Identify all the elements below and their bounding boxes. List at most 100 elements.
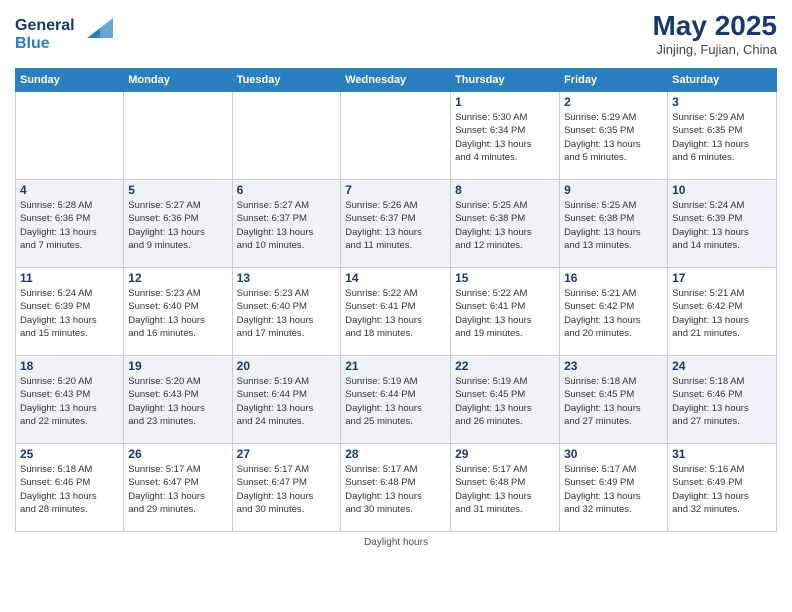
svg-text:General: General (15, 17, 75, 34)
day-number: 5 (128, 183, 227, 197)
week-row-1: 4 Sunrise: 5:28 AM Sunset: 6:36 PM Daylig… (16, 180, 777, 268)
page-container: General Blue May 2025 Jinjing, Fujian, C… (0, 0, 792, 612)
day-info: Sunrise: 5:21 AM Sunset: 6:42 PM Dayligh… (672, 287, 772, 340)
day-info: Sunrise: 5:22 AM Sunset: 6:41 PM Dayligh… (345, 287, 446, 340)
day-cell-9: 9 Sunrise: 5:25 AM Sunset: 6:38 PM Daylig… (560, 180, 668, 268)
day-cell-28: 28Sunrise: 5:17 AM Sunset: 6:48 PM Dayli… (341, 444, 451, 532)
week-row-2: 11 Sunrise: 5:24 AM Sunset: 6:39 PM Dayli… (16, 268, 777, 356)
day-info: Sunrise: 5:18 AM Sunset: 6:45 PM Dayligh… (564, 375, 663, 428)
day-info: Sunrise: 5:22 AM Sunset: 6:41 PM Dayligh… (455, 287, 555, 340)
day-info: Sunrise: 5:19 AM Sunset: 6:44 PM Dayligh… (345, 375, 446, 428)
footer-text: Daylight hours (364, 537, 428, 548)
day-cell-7: 7 Sunrise: 5:26 AM Sunset: 6:37 PM Daylig… (341, 180, 451, 268)
header-row: SundayMondayTuesdayWednesdayThursdayFrid… (16, 69, 777, 92)
col-header-saturday: Saturday (668, 69, 777, 92)
day-info: Sunrise: 5:17 AM Sunset: 6:47 PM Dayligh… (128, 463, 227, 516)
day-info: Sunrise: 5:23 AM Sunset: 6:40 PM Dayligh… (237, 287, 337, 340)
day-number: 1 (455, 95, 555, 109)
day-cell-5: 5Sunrise: 5:27 AM Sunset: 6:36 PM Daylig… (124, 180, 232, 268)
day-info: Sunrise: 5:17 AM Sunset: 6:48 PM Dayligh… (455, 463, 555, 516)
day-number: 17 (672, 271, 772, 285)
day-info: Sunrise: 5:29 AM Sunset: 6:35 PM Dayligh… (564, 111, 663, 164)
logo-svg: General Blue (15, 10, 120, 55)
day-cell-empty (16, 92, 124, 180)
day-info: Sunrise: 5:27 AM Sunset: 6:37 PM Dayligh… (237, 199, 337, 252)
day-info: Sunrise: 5:20 AM Sunset: 6:43 PM Dayligh… (20, 375, 119, 428)
day-info: Sunrise: 5:21 AM Sunset: 6:42 PM Dayligh… (564, 287, 663, 340)
main-title: May 2025 (652, 10, 777, 42)
day-cell-17: 17 Sunrise: 5:21 AM Sunset: 6:42 PM Dayli… (668, 268, 777, 356)
day-number: 30 (564, 447, 663, 461)
day-number: 3 (672, 95, 772, 109)
day-info: Sunrise: 5:30 AM Sunset: 6:34 PM Dayligh… (455, 111, 555, 164)
day-number: 6 (237, 183, 337, 197)
day-number: 20 (237, 359, 337, 373)
day-info: Sunrise: 5:19 AM Sunset: 6:45 PM Dayligh… (455, 375, 555, 428)
subtitle: Jinjing, Fujian, China (652, 42, 777, 57)
day-number: 12 (128, 271, 227, 285)
day-info: Sunrise: 5:28 AM Sunset: 6:36 PM Dayligh… (20, 199, 119, 252)
day-cell-13: 13 Sunrise: 5:23 AM Sunset: 6:40 PM Dayli… (232, 268, 341, 356)
day-number: 18 (20, 359, 119, 373)
day-number: 9 (564, 183, 663, 197)
day-cell-10: 10 Sunrise: 5:24 AM Sunset: 6:39 PM Dayli… (668, 180, 777, 268)
day-number: 25 (20, 447, 119, 461)
day-number: 15 (455, 271, 555, 285)
day-cell-empty (124, 92, 232, 180)
col-header-monday: Monday (124, 69, 232, 92)
day-number: 4 (20, 183, 119, 197)
day-cell-29: 29 Sunrise: 5:17 AM Sunset: 6:48 PM Dayli… (451, 444, 560, 532)
day-info: Sunrise: 5:25 AM Sunset: 6:38 PM Dayligh… (564, 199, 663, 252)
col-header-friday: Friday (560, 69, 668, 92)
day-number: 22 (455, 359, 555, 373)
day-number: 27 (237, 447, 337, 461)
footer: Daylight hours (15, 537, 777, 548)
day-info: Sunrise: 5:24 AM Sunset: 6:39 PM Dayligh… (672, 199, 772, 252)
day-number: 28 (345, 447, 446, 461)
svg-text:Blue: Blue (15, 35, 50, 52)
day-cell-3: 3 Sunrise: 5:29 AM Sunset: 6:35 PM Daylig… (668, 92, 777, 180)
day-info: Sunrise: 5:16 AM Sunset: 6:49 PM Dayligh… (672, 463, 772, 516)
day-number: 8 (455, 183, 555, 197)
day-cell-20: 20 Sunrise: 5:19 AM Sunset: 6:44 PM Dayli… (232, 356, 341, 444)
day-cell-19: 19 Sunrise: 5:20 AM Sunset: 6:43 PM Dayli… (124, 356, 232, 444)
logo: General Blue (15, 10, 120, 60)
day-info: Sunrise: 5:26 AM Sunset: 6:37 PM Dayligh… (345, 199, 446, 252)
calendar-header: SundayMondayTuesdayWednesdayThursdayFrid… (16, 69, 777, 92)
day-cell-25: 25 Sunrise: 5:18 AM Sunset: 6:46 PM Dayli… (16, 444, 124, 532)
day-cell-1: 1 Sunrise: 5:30 AM Sunset: 6:34 PM Daylig… (451, 92, 560, 180)
col-header-wednesday: Wednesday (341, 69, 451, 92)
day-cell-11: 11 Sunrise: 5:24 AM Sunset: 6:39 PM Dayli… (16, 268, 124, 356)
day-cell-18: 18 Sunrise: 5:20 AM Sunset: 6:43 PM Dayli… (16, 356, 124, 444)
day-cell-21: 21 Sunrise: 5:19 AM Sunset: 6:44 PM Dayli… (341, 356, 451, 444)
day-info: Sunrise: 5:25 AM Sunset: 6:38 PM Dayligh… (455, 199, 555, 252)
day-number: 11 (20, 271, 119, 285)
day-info: Sunrise: 5:18 AM Sunset: 6:46 PM Dayligh… (20, 463, 119, 516)
week-row-4: 25 Sunrise: 5:18 AM Sunset: 6:46 PM Dayli… (16, 444, 777, 532)
day-number: 14 (345, 271, 446, 285)
title-area: May 2025 Jinjing, Fujian, China (652, 10, 777, 57)
day-info: Sunrise: 5:29 AM Sunset: 6:35 PM Dayligh… (672, 111, 772, 164)
day-cell-30: 30Sunrise: 5:17 AM Sunset: 6:49 PM Dayli… (560, 444, 668, 532)
day-cell-24: 24Sunrise: 5:18 AM Sunset: 6:46 PM Dayli… (668, 356, 777, 444)
day-cell-22: 22 Sunrise: 5:19 AM Sunset: 6:45 PM Dayli… (451, 356, 560, 444)
day-cell-6: 6 Sunrise: 5:27 AM Sunset: 6:37 PM Daylig… (232, 180, 341, 268)
day-info: Sunrise: 5:17 AM Sunset: 6:47 PM Dayligh… (237, 463, 337, 516)
day-number: 21 (345, 359, 446, 373)
day-cell-16: 16Sunrise: 5:21 AM Sunset: 6:42 PM Dayli… (560, 268, 668, 356)
day-cell-4: 4 Sunrise: 5:28 AM Sunset: 6:36 PM Daylig… (16, 180, 124, 268)
week-row-3: 18 Sunrise: 5:20 AM Sunset: 6:43 PM Dayli… (16, 356, 777, 444)
day-cell-12: 12Sunrise: 5:23 AM Sunset: 6:40 PM Dayli… (124, 268, 232, 356)
col-header-sunday: Sunday (16, 69, 124, 92)
day-number: 10 (672, 183, 772, 197)
day-number: 13 (237, 271, 337, 285)
day-info: Sunrise: 5:20 AM Sunset: 6:43 PM Dayligh… (128, 375, 227, 428)
day-cell-27: 27 Sunrise: 5:17 AM Sunset: 6:47 PM Dayli… (232, 444, 341, 532)
day-info: Sunrise: 5:19 AM Sunset: 6:44 PM Dayligh… (237, 375, 337, 428)
day-number: 7 (345, 183, 446, 197)
calendar-table: SundayMondayTuesdayWednesdayThursdayFrid… (15, 68, 777, 532)
day-number: 19 (128, 359, 227, 373)
day-info: Sunrise: 5:24 AM Sunset: 6:39 PM Dayligh… (20, 287, 119, 340)
day-number: 29 (455, 447, 555, 461)
day-number: 2 (564, 95, 663, 109)
